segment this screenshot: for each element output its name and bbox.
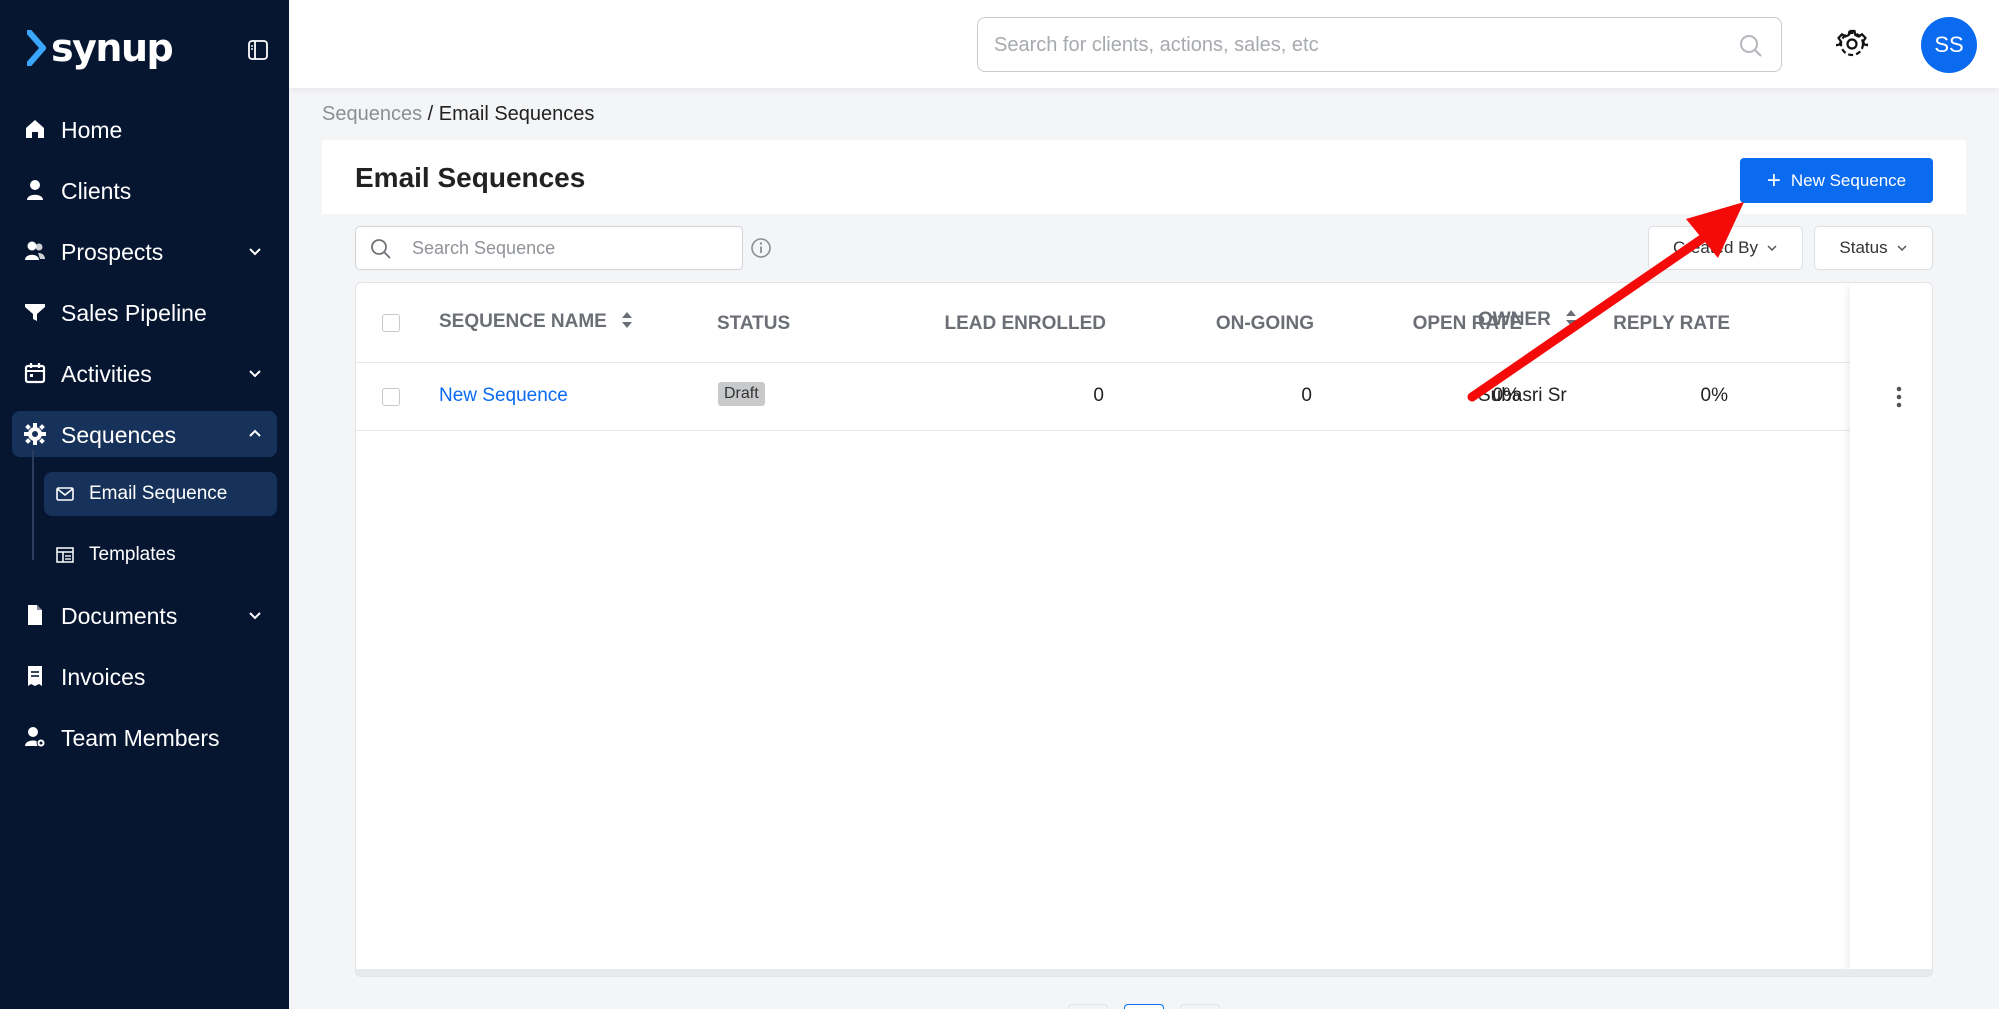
pagination-prev[interactable] — [1068, 1004, 1108, 1009]
sort-icon[interactable] — [1564, 309, 1578, 327]
template-icon — [56, 547, 74, 563]
status-badge: Draft — [718, 382, 765, 406]
breadcrumb-current: Email Sequences — [438, 103, 595, 125]
new-sequence-button[interactable]: + New Sequence — [1740, 158, 1933, 203]
sidebar-item-prospects[interactable]: Prospects — [12, 228, 277, 274]
search-icon — [371, 239, 391, 259]
row-checkbox[interactable] — [382, 388, 400, 406]
table-header: SEQUENCE NAME STATUS LEAD ENROLLED ON-GO… — [356, 283, 1932, 363]
global-search-input[interactable] — [994, 30, 1714, 60]
created-by-filter[interactable]: Created By — [1648, 226, 1803, 270]
on-going-value: 0 — [1301, 385, 1312, 406]
synup-logo[interactable]: synup — [27, 26, 174, 70]
sequences-table: SEQUENCE NAME STATUS LEAD ENROLLED ON-GO… — [355, 282, 1933, 977]
invoice-icon — [28, 666, 42, 686]
breadcrumb: Sequences / Email Sequences — [322, 103, 594, 126]
created-by-filter-label: Created By — [1672, 238, 1759, 257]
column-header-owner[interactable]: OWNER — [1478, 309, 1578, 331]
sidebar-subitem-label: Email Sequence — [89, 483, 228, 504]
gear-icon — [24, 423, 46, 445]
owner-value: Subasri Sr — [1478, 385, 1567, 406]
chevron-down-icon — [249, 248, 261, 256]
mail-icon — [56, 487, 74, 501]
top-bar: SS — [289, 0, 1999, 88]
page-title: Email Sequences — [355, 162, 586, 193]
team-members-icon — [25, 727, 46, 748]
table-area: Created By Status SEQUENCE NAME STATUS L… — [322, 214, 1966, 1009]
sidebar-item-label: Team Members — [61, 725, 220, 751]
sequence-search-input[interactable] — [412, 236, 732, 260]
sequence-name-link[interactable]: New Sequence — [439, 385, 568, 407]
sort-icon[interactable] — [620, 311, 634, 329]
sidebar-item-label: Home — [61, 117, 123, 143]
sidebar-item-home[interactable]: Home — [12, 106, 277, 152]
column-header-on-going: ON-GOING — [1215, 313, 1314, 334]
chevron-down-icon — [249, 370, 261, 378]
logo-row: synup — [27, 28, 277, 72]
sidebar-item-team-members[interactable]: Team Members — [12, 714, 277, 760]
pagination-current-page[interactable] — [1124, 1004, 1164, 1009]
lead-enrolled-value: 0 — [1093, 385, 1104, 406]
filter-icon — [25, 304, 45, 321]
chevron-down-icon — [249, 612, 261, 620]
sidebar-item-documents[interactable]: Documents — [12, 592, 277, 638]
horizontal-scrollbar[interactable] — [356, 969, 1932, 976]
search-icon[interactable] — [1739, 34, 1763, 58]
sidebar-subitem-templates[interactable]: Templates — [44, 533, 277, 577]
sequence-search[interactable] — [355, 226, 743, 270]
info-icon[interactable] — [750, 237, 772, 259]
breadcrumb-parent[interactable]: Sequences — [322, 103, 422, 125]
new-sequence-button-label: New Sequence — [1790, 170, 1907, 190]
settings-gear-icon[interactable] — [1836, 28, 1868, 60]
status-filter-label: Status — [1839, 238, 1888, 257]
home-icon — [26, 120, 44, 138]
sidebar-subitem-label: Templates — [89, 544, 176, 565]
plus-icon: + — [1766, 166, 1781, 194]
sidebar-item-label: Invoices — [61, 664, 146, 690]
sidebar-item-activities[interactable]: Activities — [12, 350, 277, 396]
breadcrumb-separator: / — [427, 103, 434, 125]
sidebar-item-sequences[interactable]: Sequences — [12, 411, 277, 457]
chevron-down-icon — [1767, 245, 1777, 252]
column-header-sequence-name[interactable]: SEQUENCE NAME — [439, 311, 634, 333]
sidebar-item-label: Documents — [61, 603, 178, 629]
sidebar-collapse-icon[interactable] — [246, 38, 270, 62]
person-icon — [27, 180, 43, 200]
sidebar-item-label: Sales Pipeline — [61, 300, 207, 326]
table-row[interactable]: New Sequence Draft 0 0 0% 0% — [356, 363, 1932, 431]
calendar-icon — [24, 363, 46, 384]
sidebar-item-label: Sequences — [61, 422, 177, 448]
user-avatar[interactable]: SS — [1921, 17, 1977, 73]
main-panel: Email Sequences + New Sequence Created B… — [322, 140, 1966, 1009]
chevron-down-icon — [1897, 245, 1907, 252]
people-icon — [25, 241, 45, 260]
sidebar-item-label: Activities — [61, 361, 152, 387]
sidebar-item-label: Clients — [61, 178, 132, 204]
sidebar-item-sales-pipeline[interactable]: Sales Pipeline — [12, 289, 277, 335]
sidebar-subitem-email-sequence[interactable]: Email Sequence — [44, 472, 277, 516]
chevron-up-icon — [249, 429, 261, 437]
sidebar-item-label: Prospects — [61, 239, 164, 265]
logo-text: synup — [51, 26, 174, 70]
submenu-line — [32, 450, 34, 560]
global-search[interactable] — [977, 17, 1782, 72]
sidebar: synup Home Clients Prospects Sales Pipel… — [0, 0, 289, 1009]
more-options-icon[interactable] — [1888, 383, 1910, 411]
sidebar-item-clients[interactable]: Clients — [12, 167, 277, 213]
sidebar-item-invoices[interactable]: Invoices — [12, 653, 277, 699]
pagination-next[interactable] — [1180, 1004, 1220, 1009]
logo-chevron-icon — [27, 30, 46, 66]
column-header-lead-enrolled: LEAD ENROLLED — [944, 313, 1107, 334]
owner-column: OWNER Subasri Sr — [1478, 283, 1606, 443]
select-all-checkbox[interactable] — [382, 314, 400, 332]
column-header-status: STATUS — [717, 313, 791, 334]
document-icon — [28, 605, 42, 625]
status-filter[interactable]: Status — [1814, 226, 1933, 270]
